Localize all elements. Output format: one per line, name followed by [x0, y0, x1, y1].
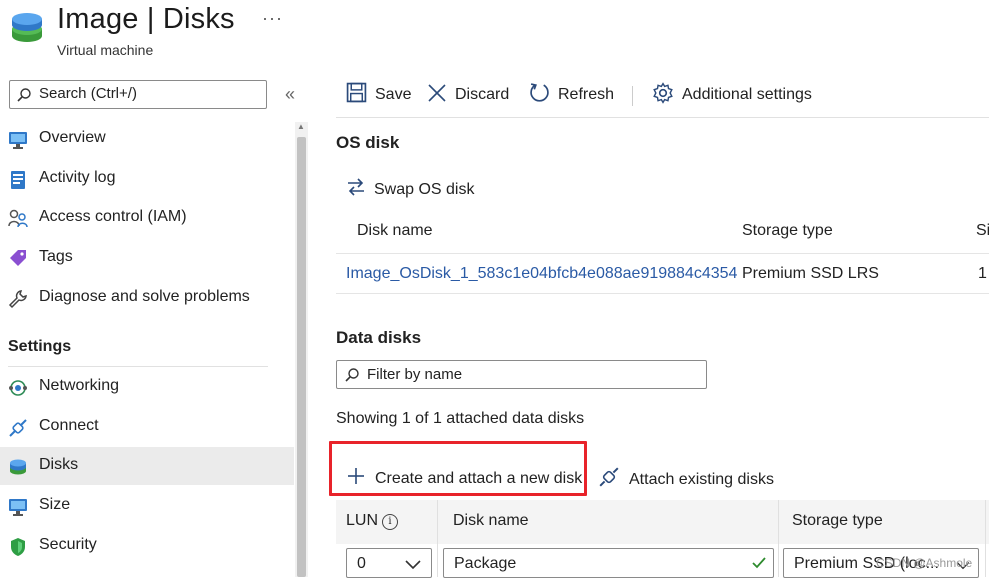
sidebar-item-disks[interactable]: Disks: [0, 447, 294, 485]
wrench-icon: [8, 289, 28, 309]
discard-label: Discard: [455, 86, 510, 103]
sidebar-item-diagnose[interactable]: Diagnose and solve problems: [0, 279, 294, 317]
toolbar-separator: [632, 86, 633, 106]
more-options-button[interactable]: ···: [262, 8, 283, 29]
sidebar-item-activity-log[interactable]: Activity log: [0, 160, 294, 198]
lun-select[interactable]: 0: [346, 548, 432, 578]
attach-existing-disks-label: Attach existing disks: [629, 470, 774, 488]
divider: [8, 366, 268, 367]
sidebar-item-label: Activity log: [39, 169, 116, 186]
data-disks-table-header: [336, 500, 989, 544]
sidebar-item-label: Tags: [39, 248, 73, 265]
dd-col-disk-name: Disk name: [453, 512, 529, 529]
disk-app-icon: [10, 12, 44, 46]
lun-label: LUN: [346, 512, 379, 529]
page-title: Image | Disks: [57, 3, 235, 35]
monitor-icon: [8, 130, 28, 150]
people-icon: [8, 209, 28, 229]
divider: [336, 117, 989, 118]
os-disk-name-link[interactable]: Image_OsDisk_1_583c1e04bfcb4e088ae919884…: [346, 265, 737, 283]
disk-icon: [8, 457, 28, 477]
plus-icon: [346, 466, 366, 491]
collapse-sidebar-button[interactable]: «: [285, 84, 295, 105]
sidebar-scroll-thumb[interactable]: [297, 137, 306, 577]
save-label: Save: [375, 86, 412, 103]
data-disks-heading: Data disks: [336, 328, 422, 347]
search-icon: [16, 87, 32, 108]
tag-icon: [8, 249, 28, 269]
gear-icon: [652, 81, 674, 109]
dd-col-storage-type: Storage type: [792, 512, 883, 529]
sidebar-item-label: Overview: [39, 129, 106, 146]
create-attach-disk-button[interactable]: Create and attach a new disk: [346, 466, 582, 491]
swap-icon: [346, 178, 366, 201]
checkmark-icon: [751, 555, 767, 576]
scroll-up-arrow[interactable]: ▲: [297, 122, 305, 131]
additional-settings-label: Additional settings: [682, 86, 812, 103]
sidebar-item-label: Networking: [39, 377, 120, 394]
os-disk-heading: OS disk: [336, 133, 400, 152]
monitor-icon: [8, 497, 28, 517]
additional-settings-button[interactable]: Additional settings: [652, 80, 812, 110]
sidebar-item-label: Security: [39, 536, 97, 553]
network-icon: [8, 378, 28, 398]
plug-icon: [8, 418, 28, 438]
column-divider: [985, 500, 986, 577]
sidebar-item-label: Size: [39, 496, 71, 513]
search-icon: [344, 367, 360, 388]
sidebar-item-label: Connect: [39, 417, 99, 434]
activity-log-icon: [8, 170, 28, 190]
link-icon: [598, 466, 620, 493]
swap-os-disk-button[interactable]: Swap OS disk: [346, 178, 474, 201]
page-subtitle: Virtual machine: [57, 42, 154, 58]
sidebar-search-input[interactable]: Search (Ctrl+/): [9, 80, 267, 109]
sidebar-item-access-control[interactable]: Access control (IAM): [0, 199, 294, 237]
sidebar-item-label: Disks: [39, 456, 79, 473]
save-button[interactable]: Save: [346, 80, 411, 110]
os-col-size: Si: [976, 222, 989, 239]
sidebar-item-label: Access control (IAM): [39, 208, 187, 225]
sidebar-search-placeholder: Search (Ctrl+/): [39, 85, 137, 102]
column-divider: [778, 500, 779, 577]
filter-placeholder: Filter by name: [367, 366, 463, 383]
os-col-disk-name: Disk name: [357, 222, 433, 239]
discard-button[interactable]: Discard: [427, 80, 509, 110]
shield-icon: [8, 537, 28, 557]
disk-name-value: Package: [454, 555, 517, 572]
command-toolbar: Save Discard Refresh Additional settings: [336, 80, 989, 112]
filter-by-name-input[interactable]: Filter by name: [336, 360, 707, 389]
refresh-label: Refresh: [558, 86, 615, 103]
lun-value: 0: [357, 555, 366, 572]
sidebar-item-label: Diagnose and solve problems: [39, 288, 250, 305]
sidebar-item-security[interactable]: Security: [0, 527, 294, 565]
create-attach-disk-label: Create and attach a new disk: [375, 469, 583, 487]
chevron-down-icon: [405, 557, 421, 575]
os-col-storage-type: Storage type: [742, 222, 833, 239]
refresh-icon: [529, 82, 550, 108]
disk-name-input[interactable]: Package: [443, 548, 774, 578]
watermark-text: CSDN @Ashmole: [876, 556, 973, 570]
sidebar-item-networking[interactable]: Networking: [0, 368, 294, 406]
save-icon: [346, 82, 367, 108]
os-disk-size: 1: [978, 265, 987, 282]
settings-section-heading: Settings: [8, 338, 72, 355]
dd-col-lun: LUN i: [346, 512, 399, 530]
sidebar-item-tags[interactable]: Tags: [0, 239, 294, 277]
attach-existing-disks-button[interactable]: Attach existing disks: [598, 466, 774, 493]
sidebar-item-connect[interactable]: Connect: [0, 408, 294, 446]
divider: [336, 253, 989, 254]
sidebar-item-size[interactable]: Size: [0, 487, 294, 525]
refresh-button[interactable]: Refresh: [529, 80, 614, 110]
close-icon: [427, 83, 447, 108]
divider: [336, 293, 989, 294]
showing-count-text: Showing 1 of 1 attached data disks: [336, 410, 585, 427]
os-disk-storage-type: Premium SSD LRS: [742, 265, 879, 282]
column-divider: [437, 500, 438, 577]
sidebar-item-overview[interactable]: Overview: [0, 120, 294, 158]
swap-os-disk-label: Swap OS disk: [374, 180, 475, 198]
info-icon[interactable]: i: [382, 514, 399, 530]
